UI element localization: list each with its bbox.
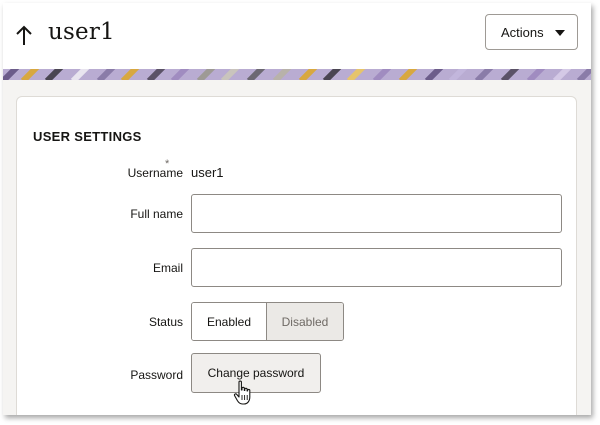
status-toggle: Enabled Disabled <box>191 302 344 341</box>
full-name-field[interactable] <box>191 194 562 233</box>
password-label: Password <box>130 368 183 382</box>
arrow-up-icon[interactable] <box>14 23 34 49</box>
status-label: Status <box>148 315 183 329</box>
actions-button[interactable]: Actions <box>485 14 578 50</box>
page-title: user1 <box>48 19 115 45</box>
actions-button-label: Actions <box>501 25 544 40</box>
app-window: user1 Actions USER SETTINGS Username * u… <box>3 3 591 415</box>
decorative-banner <box>3 69 591 80</box>
status-disabled-option[interactable]: Disabled <box>267 303 343 340</box>
caret-down-icon <box>555 30 565 36</box>
section-title: USER SETTINGS <box>33 129 142 144</box>
email-field[interactable] <box>191 248 562 287</box>
status-enabled-option[interactable]: Enabled <box>192 303 267 340</box>
content-area: USER SETTINGS Username * user1 Full name… <box>3 80 591 415</box>
full-name-label: Full name <box>130 207 183 221</box>
username-value: user1 <box>191 165 224 180</box>
username-label: Username <box>127 166 183 180</box>
email-label: Email <box>152 261 183 275</box>
required-indicator: * <box>165 158 170 170</box>
page-header: user1 Actions <box>3 3 591 69</box>
change-password-button[interactable]: Change password <box>191 353 321 393</box>
user-settings-card: USER SETTINGS Username * user1 Full name… <box>16 96 577 415</box>
